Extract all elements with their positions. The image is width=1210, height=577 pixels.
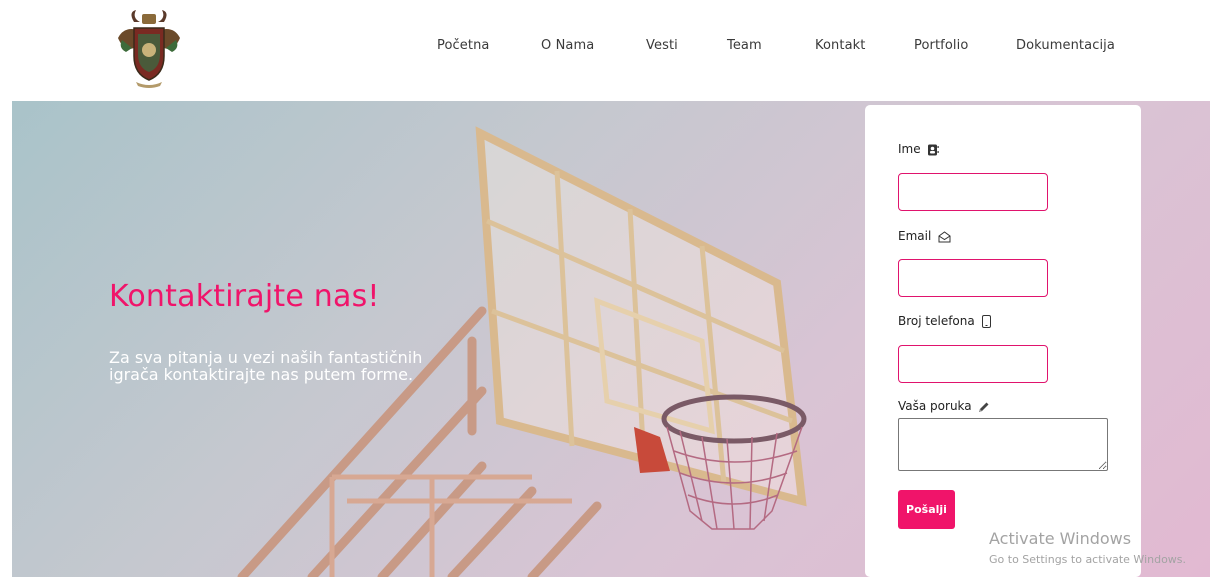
nav-pocetna[interactable]: Početna (437, 38, 489, 53)
site-header: Početna O Nama Vesti Team Kontakt Portfo… (0, 0, 1210, 100)
name-input[interactable] (898, 173, 1048, 211)
nav-team[interactable]: Team (727, 38, 762, 53)
envelope-open-icon (938, 230, 951, 242)
phone-label: Broj telefona (898, 314, 991, 328)
hero-title: Kontaktirajte nas! (109, 279, 380, 314)
main-nav: Početna O Nama Vesti Team Kontakt Portfo… (0, 38, 1210, 58)
address-book-icon (928, 144, 940, 155)
phone-input[interactable] (898, 345, 1048, 383)
nav-o-nama[interactable]: O Nama (541, 38, 594, 53)
message-label-text: Vaša poruka (898, 399, 972, 413)
message-label: Vaša poruka (898, 399, 990, 413)
nav-kontakt[interactable]: Kontakt (815, 38, 865, 53)
email-input[interactable] (898, 259, 1048, 297)
hero-description: Za sva pitanja u vezi naših fantastičnih… (109, 348, 423, 384)
pencil-icon (979, 402, 989, 412)
submit-button[interactable]: Pošalji (898, 490, 955, 529)
nav-dokumentacija[interactable]: Dokumentacija (1016, 38, 1115, 53)
phone-label-text: Broj telefona (898, 314, 975, 328)
nav-vesti[interactable]: Vesti (646, 38, 678, 53)
nav-portfolio[interactable]: Portfolio (914, 38, 968, 53)
windows-activation-title: Activate Windows (989, 529, 1132, 548)
email-label: Email (898, 229, 951, 243)
mobile-phone-icon (981, 315, 991, 328)
email-label-text: Email (898, 229, 932, 243)
windows-activation-subtitle: Go to Settings to activate Windows. (989, 553, 1187, 566)
message-textarea[interactable] (898, 418, 1108, 471)
name-label-text: Ime (898, 142, 921, 156)
name-label: Ime (898, 142, 940, 156)
